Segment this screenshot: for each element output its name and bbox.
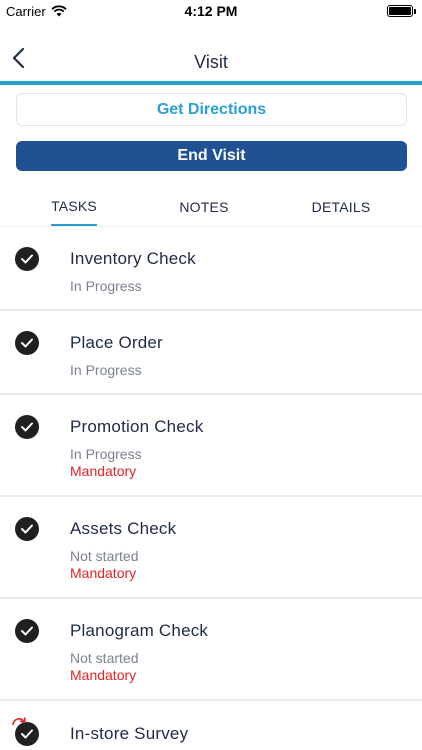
page-title: Visit	[194, 52, 228, 72]
battery-icon	[387, 5, 416, 17]
nav-accent-bar	[0, 81, 422, 85]
task-place-order[interactable]: Place Order In Progress	[0, 311, 422, 395]
task-title: In-store Survey	[70, 724, 189, 743]
task-list: Inventory Check In Progress Place Order …	[0, 227, 422, 750]
task-status: Not started	[70, 650, 139, 666]
sync-icon	[9, 715, 29, 740]
mandatory-label: Mandatory	[70, 463, 137, 479]
task-status: In Progress	[70, 446, 142, 462]
task-title: Place Order	[70, 333, 163, 352]
check-circle-icon	[15, 247, 39, 271]
tab-bar: TASKS NOTES DETAILS	[0, 188, 422, 228]
tab-tasks[interactable]: TASKS	[51, 188, 97, 226]
task-status: In Progress	[70, 362, 142, 378]
mandatory-label: Mandatory	[70, 565, 137, 581]
tab-details[interactable]: DETAILS	[310, 188, 372, 226]
task-inventory-check[interactable]: Inventory Check In Progress	[0, 227, 422, 311]
task-title: Promotion Check	[70, 417, 204, 436]
task-in-store-survey[interactable]: In-store Survey	[0, 701, 422, 750]
task-title: Assets Check	[70, 519, 177, 538]
status-time: 4:12 PM	[184, 3, 238, 19]
tab-notes[interactable]: NOTES	[176, 188, 232, 226]
task-status: Not started	[70, 548, 139, 564]
check-circle-icon	[15, 331, 39, 355]
status-bar: Carrier 4:12 PM	[0, 0, 422, 24]
task-title: Inventory Check	[70, 249, 196, 268]
navigation-bar: Visit	[0, 24, 422, 80]
task-promotion-check[interactable]: Promotion Check In Progress Mandatory	[0, 395, 422, 497]
task-planogram-check[interactable]: Planogram Check Not started Mandatory	[0, 599, 422, 701]
get-directions-button[interactable]: Get Directions	[16, 93, 407, 126]
task-title: Planogram Check	[70, 621, 209, 640]
check-circle-icon	[15, 619, 39, 643]
task-status: In Progress	[70, 278, 142, 294]
check-circle-icon	[15, 517, 39, 541]
task-assets-check[interactable]: Assets Check Not started Mandatory	[0, 497, 422, 599]
end-visit-button[interactable]: End Visit	[16, 141, 407, 171]
check-circle-icon	[15, 415, 39, 439]
mandatory-label: Mandatory	[70, 667, 137, 683]
